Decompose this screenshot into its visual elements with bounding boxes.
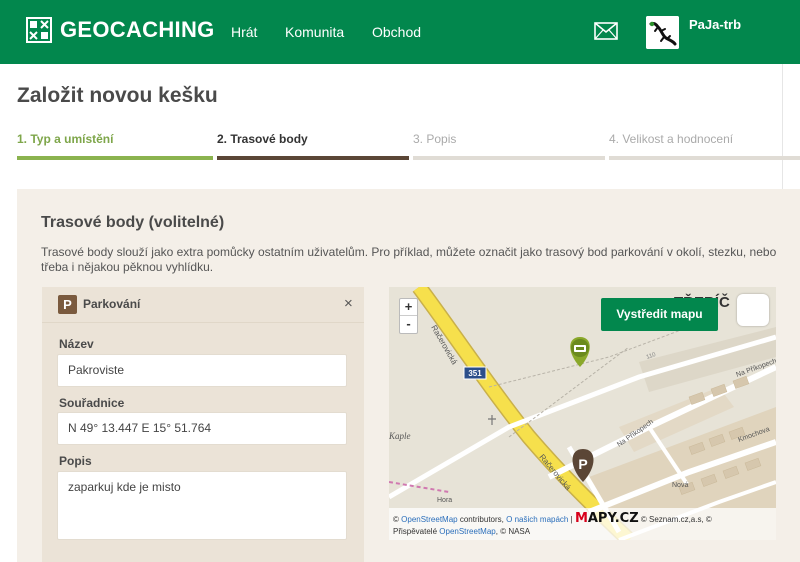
zoom-out-button[interactable]: - <box>400 316 417 333</box>
waypoint-card-header: P Parkování × <box>42 287 364 323</box>
attrib-nasa: , © NASA <box>495 527 531 536</box>
attrib-copyright: © <box>393 515 399 524</box>
map-label-kaple: Kaple <box>389 431 411 441</box>
map-attribution: © OpenStreetMap contributors, O našich m… <box>389 508 776 540</box>
geocaching-logo-icon <box>26 17 52 43</box>
coordinates-field[interactable]: N 49° 13.447 E 15° 51.764 <box>57 412 347 445</box>
close-icon[interactable]: × <box>344 295 353 312</box>
road-number-label: 351 <box>468 369 482 378</box>
step-3-label: 3. Popis <box>413 132 457 146</box>
street-label-hora: Hora <box>437 497 452 504</box>
mapycz-logo[interactable]: MAPY.CZ <box>575 511 639 526</box>
svg-text:P: P <box>578 456 587 472</box>
nav-link-hrat[interactable]: Hrát <box>231 24 257 40</box>
step-2-bar <box>217 156 409 160</box>
step-3-bar <box>413 156 605 160</box>
name-label: Název <box>59 337 94 351</box>
top-navigation-bar: GEOCACHING Hrát Komunita Obchod PaJa-trb <box>0 0 800 64</box>
nav-link-komunita[interactable]: Komunita <box>285 24 344 40</box>
name-field[interactable]: Pakroviste <box>57 354 347 387</box>
attrib-osm-link[interactable]: OpenStreetMap <box>401 515 457 524</box>
step-4-label: 4. Velikost a hodnocení <box>609 132 734 146</box>
coordinates-label: Souřadnice <box>59 396 125 410</box>
page-title: Založit novou kešku <box>17 84 218 107</box>
waypoints-title: Trasové body (volitelné) <box>41 214 225 231</box>
waypoint-type-label: Parkování <box>83 297 141 311</box>
logo-text: GEOCACHING <box>60 17 215 42</box>
attrib-separator: | <box>570 515 573 524</box>
username[interactable]: PaJa-trb <box>689 17 741 32</box>
zoom-control: + - <box>399 298 418 334</box>
zoom-in-button[interactable]: + <box>400 299 417 316</box>
attrib-osm-link-2[interactable]: OpenStreetMap <box>439 527 495 536</box>
avatar[interactable] <box>646 16 679 49</box>
fullscreen-button[interactable] <box>737 294 769 326</box>
mail-icon[interactable] <box>594 22 618 40</box>
waypoints-description: Trasové body slouží jako extra pomůcky o… <box>41 245 777 274</box>
lizard-avatar-icon <box>646 16 679 49</box>
attrib-seznam: © Seznam.cz,a.s, © <box>640 515 712 524</box>
geocaching-logo[interactable]: GEOCACHING <box>26 17 215 43</box>
step-1-bar <box>17 156 213 160</box>
description-label: Popis <box>59 454 92 468</box>
waypoint-card: P Parkování × Název Pakroviste Souřadnic… <box>42 287 364 562</box>
nav-link-obchod[interactable]: Obchod <box>372 24 421 40</box>
step-4-bar <box>609 156 800 160</box>
step-1-label[interactable]: 1. Typ a umístění <box>17 132 113 146</box>
step-2-label[interactable]: 2. Trasové body <box>217 132 308 146</box>
attrib-prispevatele: Přispěvatelé <box>393 527 438 536</box>
parking-icon: P <box>58 295 77 314</box>
center-map-button[interactable]: Vystředit mapu <box>601 298 718 331</box>
attrib-contributors: contributors, <box>459 515 504 524</box>
attrib-about-link[interactable]: O našich mapách <box>506 515 568 524</box>
description-field[interactable]: zaparkuj kde je misto <box>57 471 347 540</box>
street-label-nova: Nová <box>672 482 688 489</box>
